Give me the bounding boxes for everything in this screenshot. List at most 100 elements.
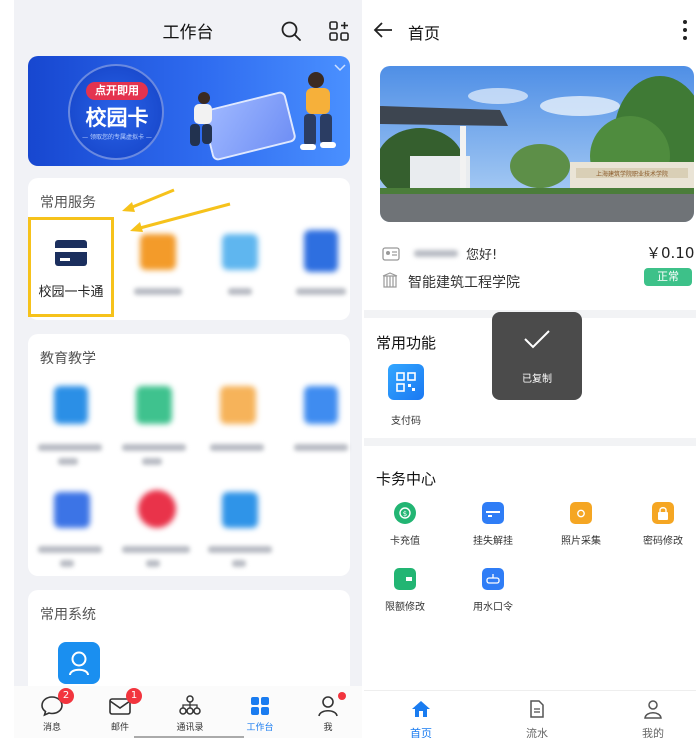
app-label [296, 288, 346, 295]
lock-icon [652, 502, 674, 524]
app-icon[interactable] [136, 386, 172, 424]
person-illustration [190, 92, 212, 146]
nav-label: 流水 [526, 727, 548, 738]
page-title: 首页 [408, 24, 441, 43]
chevron-down-icon[interactable] [334, 64, 346, 72]
nav-item-transactions[interactable]: 流水 [502, 691, 572, 738]
report-loss-icon [482, 502, 504, 524]
app-label [58, 458, 78, 465]
education-section: 教育教学 [28, 334, 350, 576]
recharge-button[interactable]: $ 卡充值 [370, 498, 440, 554]
campus-card-banner[interactable]: 点开即用 校园卡 — 领取您的专属虚拟卡 — [28, 56, 350, 166]
nav-item-mine[interactable]: 我的 [618, 691, 688, 738]
check-icon [524, 330, 550, 349]
app-icon[interactable] [304, 386, 338, 424]
bottom-nav: 首页 流水 我的 [364, 690, 696, 738]
app-label [232, 560, 246, 567]
unread-badge: 1 [126, 688, 142, 704]
nav-item-me[interactable]: 我 [298, 686, 358, 738]
document-icon [530, 700, 544, 718]
photo-capture-button[interactable]: 照片采集 [546, 498, 616, 554]
toast-text: 已复制 [522, 374, 552, 385]
section-title: 常用系统 [40, 607, 96, 623]
workbench-header: 工作台 [14, 0, 362, 56]
school-name: 智能建筑工程学院 [408, 275, 520, 291]
nav-item-workbench[interactable]: 工作台 [230, 686, 290, 738]
app-icon[interactable] [138, 490, 176, 528]
campus-sign: 上海建筑学院职业技术学院 [596, 170, 668, 178]
home-icon [412, 701, 430, 717]
user-info: 您好! ￥0.10 智能建筑工程学院 正常 [364, 240, 696, 300]
report-loss-button[interactable]: 挂失解挂 [458, 498, 528, 554]
password-change-label: 密码修改 [643, 536, 683, 547]
nav-item-contacts[interactable]: 通讯录 [160, 686, 220, 738]
search-icon[interactable] [280, 20, 302, 42]
user-outline-icon [69, 651, 89, 676]
contacts-icon [179, 695, 201, 715]
recharge-label: 卡充值 [390, 536, 420, 547]
section-title: 卡务中心 [376, 470, 437, 488]
app-label [60, 560, 74, 567]
user-icon [644, 700, 662, 719]
divider [364, 438, 696, 446]
app-label [122, 546, 190, 553]
profile-icon [318, 696, 338, 717]
app-label [294, 444, 348, 451]
water-icon [482, 568, 504, 590]
app-label [38, 546, 102, 553]
back-arrow-icon[interactable] [372, 20, 394, 40]
pay-code-label: 支付码 [391, 416, 421, 427]
unread-badge: 2 [58, 688, 74, 704]
app-label [146, 560, 160, 567]
banner-badge: 点开即用 [86, 82, 148, 100]
copied-toast: 已复制 [492, 312, 582, 400]
password-change-button[interactable]: 密码修改 [628, 498, 696, 554]
qr-glyph [396, 372, 416, 392]
app-label [38, 444, 102, 451]
app-label [122, 444, 186, 451]
campus-photo: 上海建筑学院职业技术学院 [380, 66, 694, 222]
camera-icon [570, 502, 592, 524]
grid-plus-icon[interactable] [328, 20, 350, 42]
lock-glyph [658, 507, 668, 520]
app-label [210, 444, 264, 451]
nav-item-mail[interactable]: 1 邮件 [90, 686, 150, 738]
limit-change-label: 限额修改 [385, 602, 425, 613]
recharge-icon: $ [394, 502, 416, 524]
card-glyph [486, 511, 500, 517]
water-code-button[interactable]: 用水口令 [458, 564, 528, 620]
app-icon[interactable] [220, 386, 256, 424]
app-icon[interactable] [304, 230, 338, 272]
highlight-box [28, 217, 114, 317]
wallet-glyph [406, 577, 412, 581]
app-icon[interactable] [140, 234, 176, 270]
app-label [142, 458, 162, 465]
qr-code-icon[interactable] [388, 364, 424, 400]
more-vertical-icon[interactable] [680, 18, 690, 42]
app-icon[interactable] [54, 492, 90, 528]
section-title: 常用功能 [376, 334, 437, 352]
nav-label: 首页 [410, 727, 432, 738]
banner-subtitle: — 领取您的专属虚拟卡 — [82, 134, 152, 141]
banner-title: 校园卡 [85, 106, 149, 130]
app-label [228, 288, 252, 295]
coin-glyph: $ [399, 507, 411, 519]
nav-item-home[interactable]: 首页 [386, 691, 456, 738]
left-screen: 工作台 点开即用 校园卡 — 领取您的专属虚拟卡 — 常用服务 校园一卡通 教育… [14, 0, 362, 738]
section-title: 教育教学 [40, 351, 96, 367]
status-badge: 正常 [644, 268, 692, 286]
nav-item-messages[interactable]: 2 消息 [22, 686, 82, 738]
photo-capture-label: 照片采集 [561, 536, 601, 547]
app-icon[interactable] [54, 386, 88, 424]
water-code-label: 用水口令 [473, 602, 513, 613]
limit-change-button[interactable]: 限额修改 [370, 564, 440, 620]
app-icon[interactable] [222, 492, 258, 528]
bottom-nav: 2 消息 1 邮件 通讯录 工作台 我 [14, 686, 362, 738]
building-icon [382, 272, 398, 288]
pointer-arrows [122, 188, 231, 232]
camera-glyph [577, 509, 585, 518]
nav-label: 我的 [642, 727, 664, 738]
app-icon[interactable] [222, 234, 258, 270]
system-app-icon[interactable] [58, 642, 100, 684]
nav-label: 邮件 [110, 723, 129, 733]
